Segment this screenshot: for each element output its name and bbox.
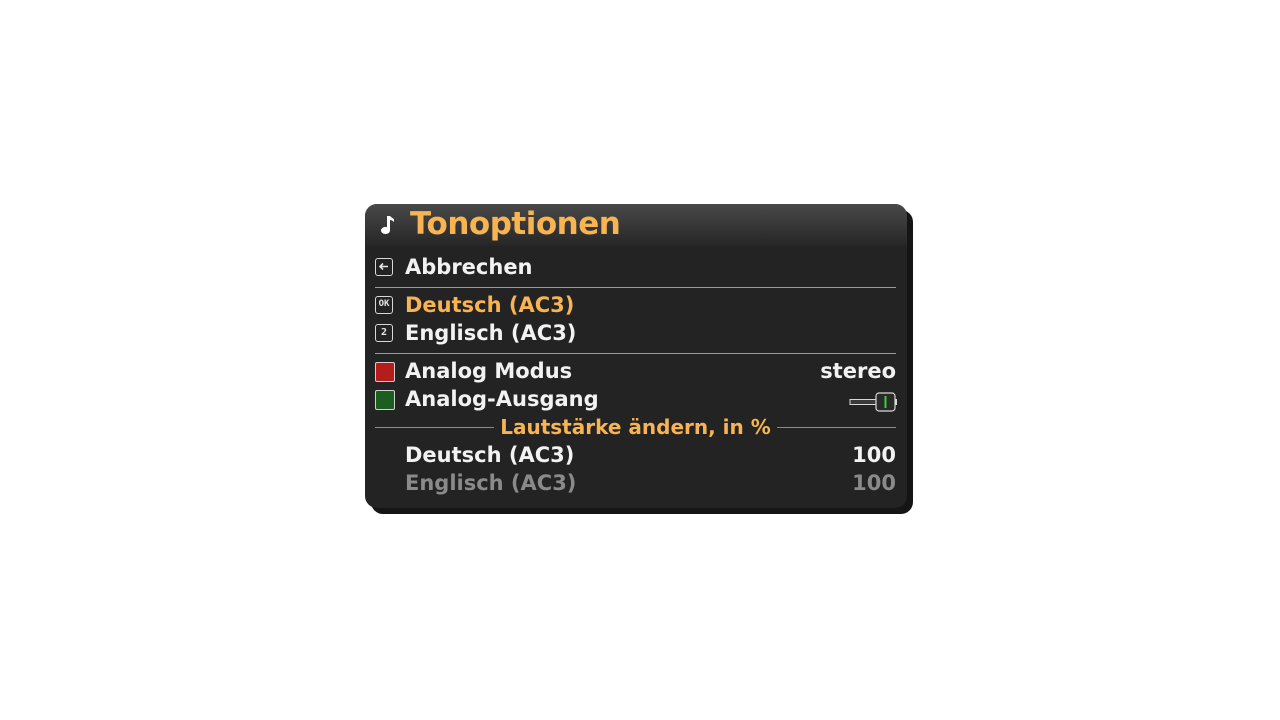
audio-options-dialog: Tonoptionen Abbrechen OK Deutsch (AC3) 2… — [365, 204, 907, 508]
analog-out-row[interactable]: Analog-Ausgang — [365, 385, 907, 413]
volume-section-header: Lautstärke ändern, in % — [375, 413, 896, 441]
track-row-englisch[interactable]: 2 Englisch (AC3) — [365, 319, 907, 347]
analog-out-label: Analog-Ausgang — [405, 387, 599, 411]
volume-row-englisch: Englisch (AC3) 100 — [365, 469, 907, 497]
back-arrow-icon — [375, 258, 393, 276]
volume-section-title: Lautstärke ändern, in % — [494, 415, 777, 439]
green-key-icon — [375, 390, 395, 410]
analog-mode-row[interactable]: Analog Modus stereo — [365, 357, 907, 385]
volume-label: Deutsch (AC3) — [405, 443, 575, 467]
dialog-titlebar: Tonoptionen — [365, 204, 907, 246]
analog-mode-value: stereo — [820, 359, 896, 383]
cancel-label: Abbrechen — [405, 255, 533, 279]
divider — [375, 353, 896, 354]
music-note-icon — [381, 216, 394, 235]
red-key-icon — [375, 362, 395, 382]
divider — [375, 287, 896, 288]
track-label: Deutsch (AC3) — [405, 293, 575, 317]
volume-value: 100 — [852, 471, 896, 495]
ok-key-icon: OK — [375, 296, 393, 314]
volume-row-deutsch[interactable]: Deutsch (AC3) 100 — [365, 441, 907, 469]
cancel-row[interactable]: Abbrechen — [365, 253, 907, 281]
volume-label: Englisch (AC3) — [405, 471, 577, 495]
analog-out-toggle[interactable] — [849, 392, 897, 412]
volume-value: 100 — [852, 443, 896, 467]
track-row-deutsch[interactable]: OK Deutsch (AC3) — [365, 291, 907, 319]
track-label: Englisch (AC3) — [405, 321, 577, 345]
number-2-key-icon: 2 — [375, 324, 393, 342]
analog-mode-label: Analog Modus — [405, 359, 573, 383]
dialog-title: Tonoptionen — [410, 206, 621, 242]
